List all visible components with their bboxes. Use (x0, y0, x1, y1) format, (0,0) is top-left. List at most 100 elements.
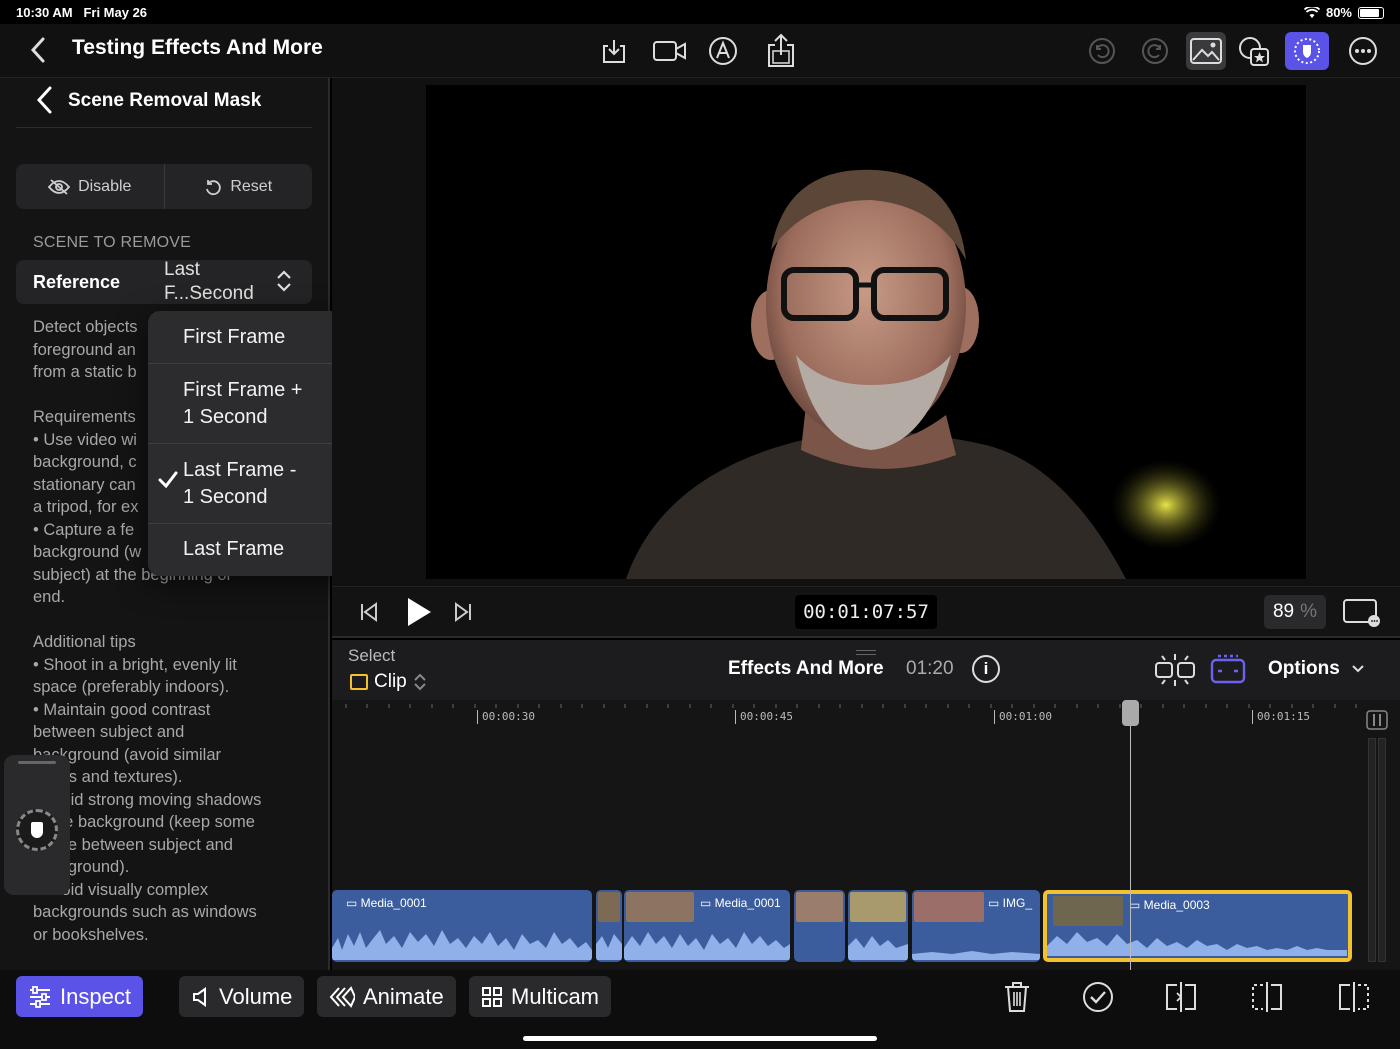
select-label: Select (348, 646, 396, 665)
battery-percent: 80% (1325, 5, 1352, 20)
reset-button[interactable]: Reset (165, 164, 313, 209)
inspect-label: Inspect (60, 983, 131, 1009)
split-view-icon[interactable] (1154, 652, 1196, 693)
options-button[interactable]: Options (1268, 658, 1365, 680)
timeline-clip[interactable]: ▭ Media_0001 (624, 890, 790, 962)
shield-icon (31, 822, 43, 838)
clip-thumbnail (914, 892, 984, 922)
undo-icon[interactable] (1082, 32, 1122, 70)
reference-popup-button[interactable]: Reference Last F...Second (16, 258, 312, 306)
menu-item-label: 1 Second (183, 406, 268, 428)
redo-icon[interactable] (1135, 32, 1175, 70)
section-title: SCENE TO REMOVE (33, 234, 191, 251)
trash-icon[interactable] (997, 978, 1037, 1016)
reference-label: Reference (33, 272, 121, 292)
project-name: Effects And More (728, 658, 884, 679)
status-bar: 10:30 AM Fri May 26 80% (0, 0, 1400, 24)
video-preview[interactable] (426, 85, 1306, 579)
more-icon[interactable] (1343, 32, 1383, 70)
timeline-clip[interactable] (596, 890, 622, 962)
clip-thumbnail (850, 892, 906, 922)
options-label: Options (1268, 658, 1340, 679)
volume-label: Volume (219, 983, 293, 1009)
zoom-value: 89 (1272, 601, 1295, 622)
meter-icon (1366, 710, 1388, 730)
photos-icon[interactable] (1186, 32, 1226, 70)
clip-connect-icon[interactable] (1208, 652, 1248, 691)
play-icon[interactable] (406, 597, 432, 632)
menu-item-label: Last Frame (183, 538, 285, 560)
inspect-button[interactable]: Inspect (16, 976, 143, 1017)
clock-time: 10:30 AM (16, 5, 73, 20)
reference-value-line1: Last (164, 259, 200, 280)
inspector-back-icon[interactable] (34, 82, 54, 124)
home-indicator[interactable] (523, 1036, 877, 1041)
timeline-clip[interactable]: ▭ IMG_ (912, 890, 1040, 962)
jog-dial-panel[interactable] (4, 755, 70, 895)
resize-grip[interactable] (856, 650, 876, 655)
timeline-clip[interactable] (794, 890, 845, 962)
info-icon[interactable]: i (972, 655, 1000, 683)
skip-back-icon[interactable] (358, 601, 380, 628)
animate-icon (329, 985, 355, 1008)
trim-start-icon[interactable] (1247, 978, 1287, 1016)
inspector-active-icon[interactable] (1285, 32, 1329, 70)
split-clip-icon[interactable] (1161, 978, 1201, 1016)
clip-icon (350, 674, 368, 690)
timecode-display[interactable]: 00:01:07:57 (795, 595, 937, 629)
sliders-icon (30, 985, 50, 1008)
trim-end-icon[interactable] (1334, 978, 1374, 1016)
ruler-label: 00:01:00 (994, 710, 1052, 724)
skip-forward-icon[interactable] (452, 601, 474, 628)
clip-label: Clip (374, 671, 407, 692)
eye-slash-icon (48, 178, 71, 195)
clip-thumbnail (796, 892, 843, 922)
multicam-button[interactable]: Multicam (469, 976, 612, 1017)
battery-icon (1358, 6, 1384, 19)
jog-dial[interactable] (16, 809, 58, 851)
voiceover-icon[interactable] (703, 32, 743, 70)
reset-label: Reset (230, 177, 273, 195)
volume-button[interactable]: Volume (179, 976, 305, 1017)
share-icon[interactable] (761, 32, 801, 70)
zoom-unit: % (1300, 601, 1318, 622)
status-time: 10:30 AM Fri May 26 (16, 5, 147, 20)
animate-button[interactable]: Animate (317, 976, 456, 1017)
timeline[interactable]: 00:00:30 00:00:45 00:01:00 00:01:15 ▭ Me… (332, 700, 1400, 970)
back-chevron-icon[interactable] (28, 36, 48, 69)
disable-button[interactable]: Disable (16, 164, 165, 209)
playhead-handle[interactable] (1122, 700, 1139, 726)
disable-label: Disable (78, 177, 132, 195)
menu-item-label: 1 Second (183, 486, 268, 508)
checkmark-icon (158, 468, 178, 495)
wifi-icon (1303, 6, 1320, 18)
clip-thumbnail (626, 892, 694, 922)
import-icon[interactable] (594, 32, 634, 70)
project-title: Testing Effects And More (72, 36, 323, 59)
camera-icon[interactable] (650, 32, 690, 70)
timeline-header: Select Clip Effects And More 01:20 i Opt… (332, 640, 1400, 700)
reference-value: Last F...Second (164, 258, 254, 306)
timeline-clip[interactable] (848, 890, 908, 962)
clip-name: ▭ Media_0003 (1129, 898, 1210, 912)
chevron-up-down-icon (274, 268, 294, 299)
audio-meter (1366, 710, 1388, 962)
inspector-title: Scene Removal Mask (68, 90, 262, 111)
subject-image (626, 169, 1221, 579)
effects-browser-icon[interactable] (1234, 32, 1274, 70)
drag-handle[interactable] (18, 761, 56, 764)
timeline-ruler[interactable]: 00:00:30 00:00:45 00:01:00 00:01:15 (332, 700, 1362, 730)
ruler-label: 00:00:30 (477, 710, 535, 724)
reset-icon (206, 179, 222, 195)
clip-selector[interactable]: Clip (350, 671, 427, 693)
animate-label: Animate (363, 983, 444, 1009)
zoom-control[interactable]: 89 % (1264, 595, 1326, 629)
timeline-clip-selected[interactable]: ▭ Media_0003 (1043, 890, 1352, 962)
ruler-label: 00:00:45 (735, 710, 793, 724)
playhead-line (1130, 700, 1131, 970)
viewer-options-icon[interactable] (1342, 597, 1382, 632)
speaker-icon (193, 986, 206, 1007)
timeline-clip[interactable]: ▭ Media_0001 (332, 890, 592, 962)
reference-value-line2: F...Second (164, 283, 254, 304)
checkmark-circle-icon[interactable] (1078, 978, 1118, 1016)
